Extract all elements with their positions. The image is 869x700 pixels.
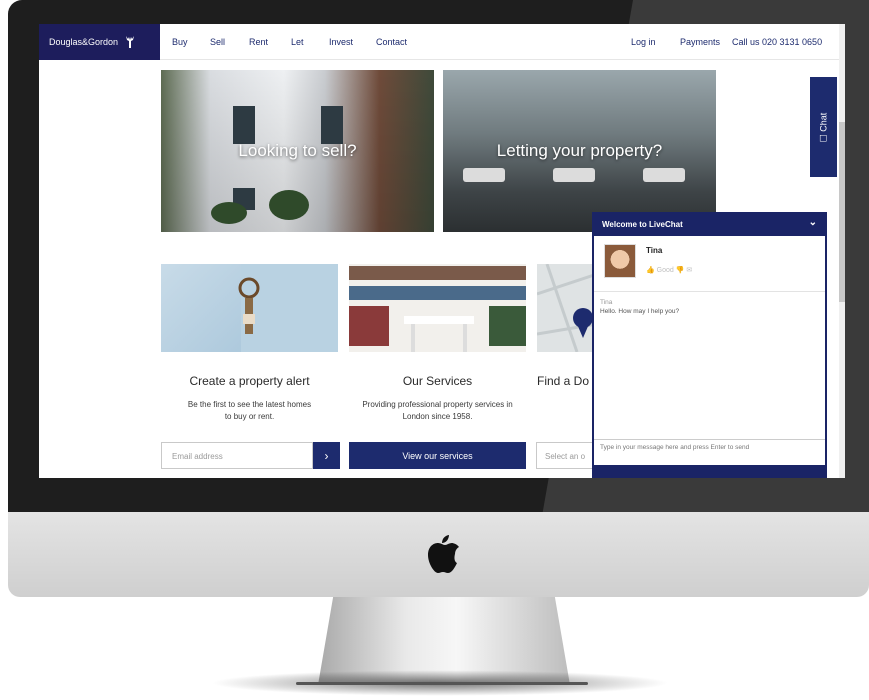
thumbs-down-icon[interactable]: 👎 (676, 267, 685, 274)
livechat-title: Welcome to LiveChat (602, 220, 683, 229)
chat-message-input[interactable]: Type in your message here and press Ente… (594, 439, 825, 465)
scrollbar-thumb[interactable] (839, 122, 845, 302)
agent-card: Tina 👍 Good 👎 ✉ (594, 236, 825, 292)
card-text-services: Providing professional property services… (362, 400, 513, 421)
map-pin-icon (537, 264, 597, 352)
stag-icon (126, 36, 135, 48)
map-image (537, 264, 597, 352)
avatar (604, 244, 636, 278)
submit-alert-button[interactable]: › (313, 442, 340, 469)
property-alert-image (161, 264, 338, 352)
rate-good-label: Good (656, 267, 674, 274)
livechat-header[interactable]: Welcome to LiveChat ⌄ (594, 214, 825, 236)
kitchen-stool (643, 168, 685, 182)
nav-contact[interactable]: Contact (376, 37, 407, 47)
chat-tab-label: ☐ Chat (818, 112, 828, 142)
bookshelf-image (349, 264, 526, 352)
brand-name: Douglas&Gordon (49, 37, 119, 47)
card-text-alert: Be the first to see the latest homes to … (187, 400, 312, 421)
house-window (233, 106, 255, 144)
letting-banner-label: Letting your property? (496, 141, 663, 160)
sell-banner[interactable]: Looking to sell? (161, 70, 434, 232)
livechat-window: Welcome to LiveChat ⌄ Tina 👍 Good 👎 ✉ Ti… (592, 212, 827, 478)
nav-rent[interactable]: Rent (249, 37, 268, 47)
agent-name: Tina (646, 246, 663, 255)
browser-screen: Douglas&Gordon Buy Sell Rent Let Invest … (39, 24, 845, 478)
key-image (238, 264, 338, 352)
nav-login[interactable]: Log in (631, 37, 656, 47)
sell-banner-label: Looking to sell? (238, 141, 357, 160)
kitchen-stool (553, 168, 595, 182)
apple-logo-icon (428, 535, 459, 573)
house-window (321, 106, 343, 144)
nav-let[interactable]: Let (291, 37, 304, 47)
card-title-services: Our Services (402, 374, 473, 388)
imac-mockup: Douglas&Gordon Buy Sell Rent Let Invest … (0, 0, 869, 700)
kitchen-stool (463, 168, 505, 182)
email-address-field[interactable]: Email address (161, 442, 313, 469)
email-transcript-icon[interactable]: ✉ (686, 267, 692, 274)
view-services-button[interactable]: View our services (349, 442, 526, 469)
site-header: Douglas&Gordon Buy Sell Rent Let Invest … (39, 24, 839, 60)
card-title-alert: Create a property alert (189, 374, 310, 388)
stand-base (296, 682, 588, 685)
services-image (349, 264, 526, 352)
garden-bush (269, 190, 309, 220)
nav-buy[interactable]: Buy (172, 37, 188, 47)
nav-phone[interactable]: Call us 020 3131 0650 (732, 37, 822, 47)
nav-payments[interactable]: Payments (680, 37, 720, 47)
letting-banner[interactable]: Letting your property? (443, 70, 716, 232)
message-text: Hello. How may I help you? (600, 308, 680, 315)
office-select[interactable]: Select an o (536, 442, 596, 469)
message-list: Tina Hello. How may I help you? (600, 298, 820, 316)
nav-invest[interactable]: Invest (329, 37, 353, 47)
chat-tab[interactable]: ☐ Chat (810, 77, 837, 177)
brand-logo[interactable]: Douglas&Gordon (39, 24, 160, 60)
page-scrollbar[interactable] (839, 24, 845, 478)
nav-sell[interactable]: Sell (210, 37, 225, 47)
chevron-down-icon[interactable]: ⌄ (809, 217, 817, 228)
garden-bush (211, 202, 247, 224)
livechat-footer (594, 465, 825, 476)
thumbs-up-icon[interactable]: 👍 (646, 267, 655, 274)
message-author: Tina (600, 299, 613, 306)
rating-controls: 👍 Good 👎 ✉ (646, 266, 692, 274)
